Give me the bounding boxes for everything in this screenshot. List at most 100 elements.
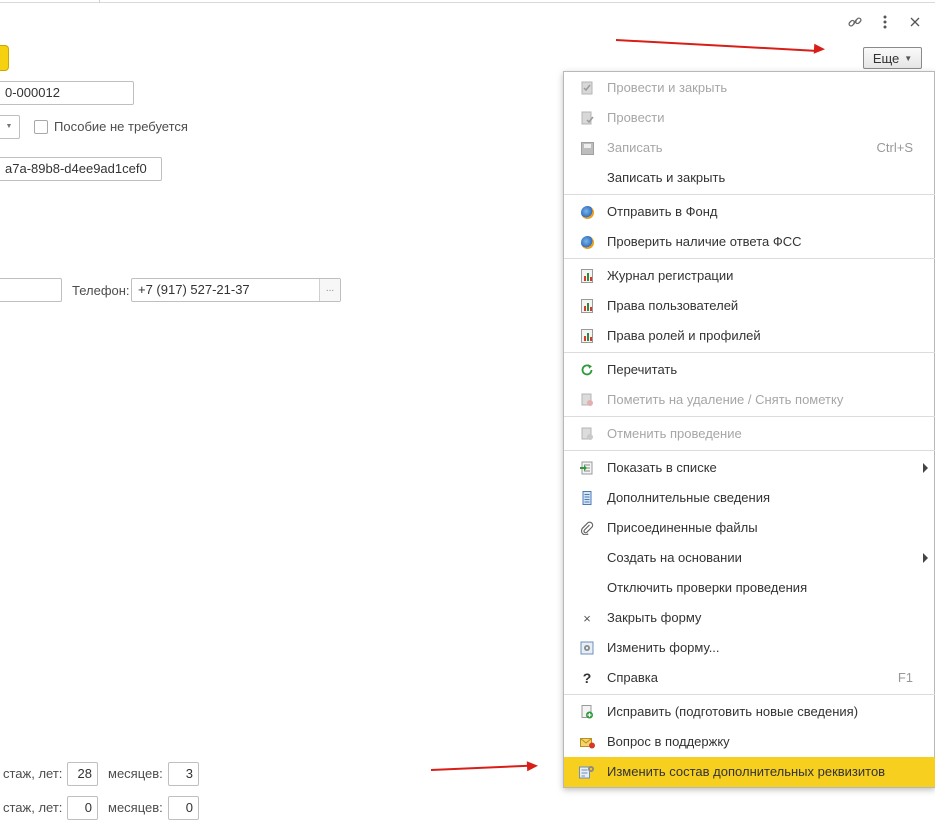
menu-item-save[interactable]: Записать Ctrl+S bbox=[564, 133, 935, 163]
no-benefit-label: Пособие не требуется bbox=[54, 119, 188, 134]
experience-years-input[interactable]: 28 bbox=[67, 762, 98, 786]
fss-check-icon bbox=[579, 234, 595, 250]
window-top-border bbox=[0, 2, 935, 3]
experience-years-input-2[interactable]: 0 bbox=[67, 796, 98, 820]
experience-months-input-2[interactable]: 0 bbox=[168, 796, 199, 820]
menu-item-role-rights[interactable]: Права ролей и профилей bbox=[564, 321, 935, 351]
experience-label-2: стаж, лет: bbox=[3, 800, 63, 815]
experience-label: стаж, лет: bbox=[3, 766, 63, 781]
menu-item-post[interactable]: Провести bbox=[564, 103, 935, 133]
menu-item-label: Вопрос в поддержку bbox=[607, 734, 730, 749]
refresh-icon bbox=[579, 362, 595, 378]
menu-item-post-and-close[interactable]: Провести и закрыть bbox=[564, 73, 935, 103]
save-icon bbox=[579, 140, 595, 156]
menu-item-label: Создать на основании bbox=[607, 550, 742, 565]
more-button[interactable]: Еще ▼ bbox=[863, 47, 922, 69]
contact-field[interactable] bbox=[0, 278, 62, 302]
paperclip-icon bbox=[579, 520, 595, 536]
menu-item-label: Дополнительные сведения bbox=[607, 490, 771, 505]
fund-send-icon bbox=[579, 204, 595, 220]
menu-item-label: Справка bbox=[607, 670, 658, 685]
menu-item-label: Изменить состав дополнительных реквизито… bbox=[607, 764, 886, 779]
menu-item-label: Закрыть форму bbox=[607, 610, 702, 625]
experience-months-input[interactable]: 3 bbox=[168, 762, 199, 786]
close-icon: × bbox=[583, 610, 591, 626]
menu-item-mark-delete[interactable]: Пометить на удаление / Снять пометку bbox=[564, 385, 935, 415]
menu-item-save-and-close[interactable]: Записать и закрыть bbox=[564, 163, 935, 193]
edit-form-icon bbox=[579, 640, 595, 656]
menu-separator bbox=[564, 416, 935, 417]
menu-item-label: Провести bbox=[607, 110, 665, 125]
mark-delete-icon bbox=[579, 392, 595, 408]
report-icon bbox=[579, 298, 595, 314]
menu-item-label: Перечитать bbox=[607, 362, 678, 377]
uuid-field[interactable]: a7a-89b8-d4ee9ad1cef0 bbox=[0, 157, 162, 181]
phone-input[interactable]: +7 (917) 527-21-37 bbox=[131, 278, 341, 302]
menu-item-label: Права ролей и профилей bbox=[607, 328, 761, 343]
menu-item-create-based-on[interactable]: Создать на основании bbox=[564, 543, 935, 573]
chevron-down-icon: ▼ bbox=[5, 123, 13, 130]
post-close-icon bbox=[579, 80, 595, 96]
shortcut-text: F1 bbox=[897, 670, 913, 685]
menu-item-label: Пометить на удаление / Снять пометку bbox=[607, 392, 844, 407]
menu-item-additional-info[interactable]: Дополнительные сведения bbox=[564, 483, 935, 513]
help-icon: ? bbox=[582, 670, 592, 686]
menu-item-label: Записать bbox=[607, 140, 663, 155]
additional-info-icon bbox=[579, 490, 595, 506]
close-icon[interactable] bbox=[904, 11, 926, 33]
menu-item-show-in-list[interactable]: Показать в списке bbox=[564, 453, 935, 483]
menu-separator bbox=[564, 352, 935, 353]
experience-months-label-2: месяцев: bbox=[108, 800, 163, 815]
menu-item-fix-data[interactable]: Исправить (подготовить новые сведения) bbox=[564, 697, 935, 727]
report-icon bbox=[579, 268, 595, 284]
menu-item-change-additional-attributes[interactable]: Изменить состав дополнительных реквизито… bbox=[564, 757, 935, 787]
more-button-label: Еще bbox=[872, 50, 900, 66]
annotation-arrow-head bbox=[526, 760, 539, 772]
menu-item-label: Показать в списке bbox=[607, 460, 717, 475]
menu-item-reread[interactable]: Перечитать bbox=[564, 355, 935, 385]
show-in-list-icon bbox=[579, 460, 595, 476]
menu-item-unpost[interactable]: Отменить проведение bbox=[564, 419, 935, 449]
annotation-arrow-line bbox=[615, 39, 816, 52]
primary-action-button[interactable] bbox=[0, 45, 9, 71]
more-menu: Провести и закрыть Провести Записать Ctr… bbox=[563, 71, 935, 788]
annotation-arrow-line bbox=[430, 764, 529, 771]
window-divider bbox=[99, 0, 100, 3]
link-icon[interactable] bbox=[844, 11, 866, 33]
menu-item-label: Записать и закрыть bbox=[607, 170, 726, 185]
menu-item-disable-checks[interactable]: Отключить проверки проведения bbox=[564, 573, 935, 603]
dropdown-button[interactable]: ▼ bbox=[0, 115, 20, 139]
settings-icon bbox=[579, 764, 595, 780]
menu-item-label: Отправить в Фонд bbox=[607, 204, 718, 219]
menu-separator bbox=[564, 694, 935, 695]
menu-item-label: Исправить (подготовить новые сведения) bbox=[607, 704, 859, 719]
unpost-icon bbox=[579, 426, 595, 442]
experience-months-label: месяцев: bbox=[108, 766, 163, 781]
menu-item-registration-log[interactable]: Журнал регистрации bbox=[564, 261, 935, 291]
menu-item-attached-files[interactable]: Присоединенные файлы bbox=[564, 513, 935, 543]
phone-select-button[interactable]: ... bbox=[319, 279, 340, 301]
menu-item-support-question[interactable]: Вопрос в поддержку bbox=[564, 727, 935, 757]
menu-item-edit-form[interactable]: Изменить форму... bbox=[564, 633, 935, 663]
post-icon bbox=[579, 110, 595, 126]
menu-separator bbox=[564, 194, 935, 195]
menu-item-label: Журнал регистрации bbox=[607, 268, 734, 283]
fix-doc-icon bbox=[579, 704, 595, 720]
no-benefit-checkbox[interactable] bbox=[34, 120, 48, 134]
chevron-down-icon: ▼ bbox=[904, 53, 913, 63]
menu-item-help[interactable]: ? Справка F1 bbox=[564, 663, 935, 693]
report-icon bbox=[579, 328, 595, 344]
submenu-arrow-icon bbox=[923, 553, 928, 563]
phone-label: Телефон: bbox=[72, 283, 130, 298]
submenu-arrow-icon bbox=[923, 463, 928, 473]
more-vertical-icon[interactable] bbox=[874, 11, 896, 33]
menu-item-check-fss[interactable]: Проверить наличие ответа ФСС bbox=[564, 227, 935, 257]
menu-item-close-form[interactable]: × Закрыть форму bbox=[564, 603, 935, 633]
menu-separator bbox=[564, 258, 935, 259]
menu-item-send-to-fund[interactable]: Отправить в Фонд bbox=[564, 197, 935, 227]
menu-item-user-rights[interactable]: Права пользователей bbox=[564, 291, 935, 321]
annotation-arrow-head bbox=[813, 43, 826, 55]
support-mail-icon bbox=[579, 734, 595, 750]
document-number-field[interactable]: 0-000012 bbox=[0, 81, 134, 105]
menu-item-label: Присоединенные файлы bbox=[607, 520, 758, 535]
